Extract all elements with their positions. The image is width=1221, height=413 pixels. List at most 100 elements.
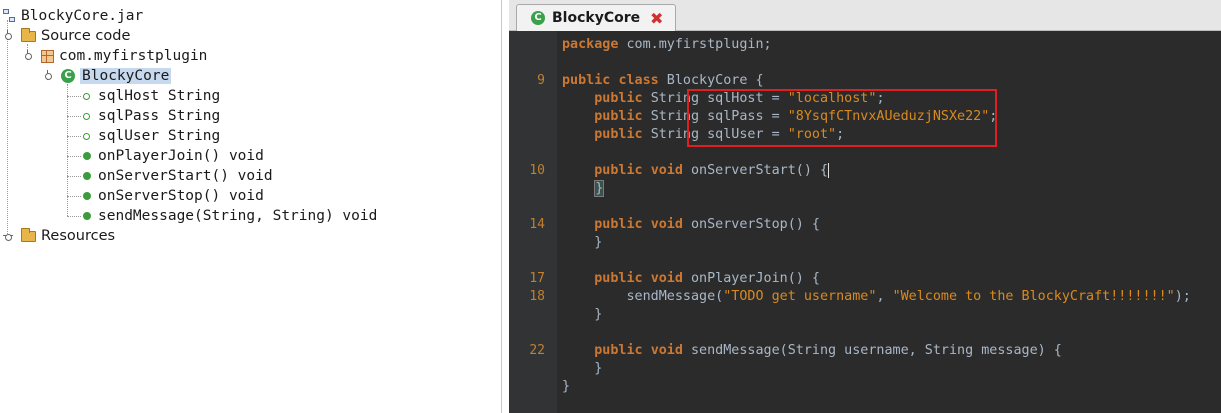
type-name: String [650, 109, 700, 124]
expand-toggle-icon[interactable] [3, 30, 13, 40]
code-text: , [876, 289, 893, 304]
keyword: public [594, 271, 643, 286]
keyword: void [650, 271, 683, 286]
code-text: ; [876, 91, 885, 106]
code-line: } [562, 180, 605, 198]
type-name: String [650, 127, 700, 142]
keyword: public [594, 343, 643, 358]
jar-icon [3, 9, 16, 23]
folder-open-icon [21, 27, 36, 42]
tree-node-field[interactable]: sqlPass String [81, 106, 220, 126]
code-line: } [562, 307, 603, 322]
line-number-gutter: 9 10 14 17 18 22 [509, 31, 557, 413]
line-number: 18 [529, 289, 545, 304]
tree-node-method[interactable]: onServerStart() void [81, 166, 273, 186]
tree-node-package[interactable]: com.myfirstplugin [41, 46, 207, 66]
method-icon [83, 172, 91, 180]
tree-node-field[interactable]: sqlUser String [81, 126, 220, 146]
matched-brace: } [594, 180, 605, 197]
field-icon [83, 92, 90, 100]
code-line: package com.myfirstplugin; [562, 36, 772, 54]
line-number: 22 [529, 343, 545, 358]
code-text: com.myfirstplugin; [618, 37, 772, 52]
code-line: public String sqlUser = "root"; [562, 126, 844, 144]
tree-node-class[interactable]: C BlockyCore [61, 66, 172, 86]
editor-tab-bar: C BlockyCore ✖ [509, 0, 1221, 31]
tree-node-method[interactable]: onServerStop() void [81, 186, 264, 206]
code-line: public void onServerStop() { [562, 216, 820, 234]
code-text: ); [1174, 289, 1191, 304]
tree-connector [67, 196, 81, 197]
tree-node-field[interactable]: sqlHost String [81, 86, 220, 106]
expand-toggle-icon[interactable] [43, 70, 53, 80]
keyword: package [562, 37, 619, 52]
editor-tab[interactable]: C BlockyCore ✖ [516, 4, 676, 31]
tree-node-label: sqlUser String [98, 128, 221, 144]
tree-node-label: onPlayerJoin() void [98, 148, 264, 164]
code-line: public String sqlHost = "localhost"; [562, 90, 885, 108]
tree-node-label: Source code [41, 28, 131, 44]
code-line: public void sendMessage(String username,… [562, 342, 1062, 360]
code-text: BlockyCore { [658, 73, 764, 88]
code-line: } [562, 235, 603, 250]
tree-node-jar[interactable]: BlockyCore.jar [3, 6, 143, 26]
field-icon [83, 112, 90, 120]
tree-node-label: onServerStart() void [98, 168, 273, 184]
code-text: sqlUser = [699, 127, 788, 142]
string-literal: "Welcome to the BlockyCraft!!!!!!!" [892, 289, 1175, 304]
code-line: } [562, 361, 603, 376]
tree-node-method[interactable]: sendMessage(String, String) void [81, 206, 377, 226]
tree-node-resources[interactable]: Resources [21, 226, 115, 246]
code-text: sqlHost = [699, 91, 788, 106]
keyword: public [594, 217, 643, 232]
tree-connector [67, 176, 81, 177]
tree-node-label: sqlHost String [98, 88, 221, 104]
tree-node-label: com.myfirstplugin [59, 48, 208, 64]
code-line: public String sqlPass = "8YsqfCTnvxAUedu… [562, 108, 997, 126]
method-icon [83, 192, 91, 200]
tree-node-label: BlockyCore [80, 68, 172, 84]
type-name: String [650, 91, 700, 106]
field-icon [83, 132, 90, 140]
tree-connector [67, 116, 81, 117]
folder-icon [21, 227, 36, 242]
project-tree-panel: BlockyCore.jar Source code com.myfirstpl… [0, 0, 502, 413]
string-literal: "localhost" [787, 91, 877, 106]
method-icon [83, 212, 91, 220]
method-icon [83, 152, 91, 160]
text-cursor [828, 162, 830, 178]
code-text: onServerStop() { [682, 217, 820, 232]
code-line: } [562, 379, 571, 394]
keyword: public [594, 109, 643, 124]
code-area[interactable]: package com.myfirstplugin; public class … [557, 31, 1221, 413]
tree-connector [67, 136, 81, 137]
code-text: sendMessage(String username, String mess… [682, 343, 1062, 358]
keyword: public [562, 73, 611, 88]
code-text: onPlayerJoin() { [682, 271, 820, 286]
tree-node-label: BlockyCore.jar [21, 8, 144, 24]
keyword: public [594, 163, 643, 178]
string-literal: "8YsqfCTnvxAUeduzjNSXe22" [787, 109, 990, 124]
tree-node-label: onServerStop() void [98, 188, 264, 204]
code-editor-panel: C BlockyCore ✖ 9 10 14 17 18 22 package … [509, 0, 1221, 413]
tree-node-method[interactable]: onPlayerJoin() void [81, 146, 264, 166]
code-line: sendMessage("TODO get username", "Welcom… [562, 288, 1191, 306]
tree-connector [67, 96, 81, 97]
line-number: 14 [529, 217, 545, 232]
keyword: public [594, 127, 643, 142]
tree-node-label: Resources [41, 228, 116, 244]
close-icon[interactable]: ✖ [650, 9, 663, 28]
code-text: sendMessage( [626, 289, 724, 304]
code-line: public void onPlayerJoin() { [562, 270, 820, 288]
tree-connector [7, 20, 8, 236]
keyword: public [594, 91, 643, 106]
expand-toggle-icon[interactable] [23, 50, 33, 60]
expand-toggle-icon[interactable] [3, 231, 13, 241]
line-number: 17 [529, 271, 545, 286]
tree-node-source[interactable]: Source code [21, 26, 130, 46]
class-icon: C [61, 69, 75, 83]
line-number: 9 [537, 73, 545, 88]
line-number: 10 [529, 163, 545, 178]
code-text: ; [836, 127, 845, 142]
code-text: onServerStart() { [682, 163, 829, 178]
